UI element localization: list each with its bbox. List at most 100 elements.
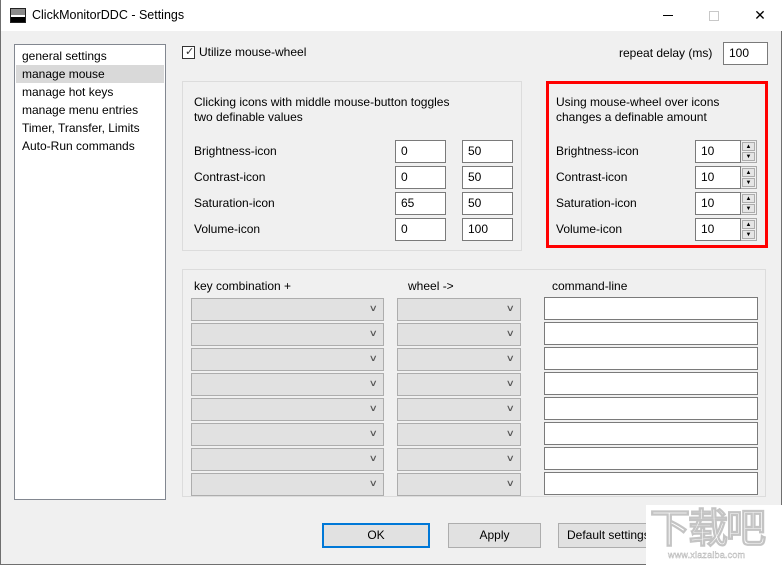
wheel-contrast-label: Contrast-icon	[556, 170, 628, 184]
spin-up-icon[interactable]: ▲	[742, 142, 755, 151]
chevron-down-icon: ∨	[506, 353, 516, 363]
minimize-button[interactable]	[645, 0, 691, 31]
wheel-header: wheel ->	[408, 279, 454, 293]
monitor-icon	[10, 8, 26, 23]
middle-saturation-value2-input[interactable]: 50	[462, 192, 513, 215]
chevron-down-icon: ∨	[506, 303, 516, 313]
wheel-direction-dropdown[interactable]: ∨	[397, 298, 521, 321]
wheel-volume-input[interactable]: 10	[695, 218, 741, 241]
wheel-contrast-input[interactable]: 10	[695, 166, 741, 189]
wheel-description-line2: changes a definable amount	[556, 110, 707, 124]
command-line-header: command-line	[552, 279, 628, 293]
wheel-direction-dropdown[interactable]: ∨	[397, 473, 521, 496]
wheel-saturation-label: Saturation-icon	[556, 196, 637, 210]
wheel-contrast-spinner[interactable]: 10 ▲ ▼	[695, 166, 757, 189]
spin-down-icon[interactable]: ▼	[742, 178, 755, 187]
sidebar-item-manage-menu-entries[interactable]: manage menu entries	[16, 101, 164, 119]
command-line-input[interactable]	[544, 347, 758, 370]
middle-brightness-value1-input[interactable]: 0	[395, 140, 446, 163]
spin-down-icon[interactable]: ▼	[742, 230, 755, 239]
repeat-delay-input[interactable]: 100	[723, 42, 768, 65]
key-combination-dropdown[interactable]: ∨	[191, 398, 384, 421]
utilize-mouse-wheel-label[interactable]: Utilize mouse-wheel	[199, 45, 306, 59]
minimize-icon	[663, 15, 673, 16]
key-combination-dropdown[interactable]: ∨	[191, 298, 384, 321]
title-bar[interactable]: ClickMonitorDDC - Settings ✕	[1, 0, 782, 31]
command-line-input[interactable]	[544, 297, 758, 320]
chevron-down-icon: ∨	[506, 378, 516, 388]
key-combination-header: key combination +	[194, 279, 292, 293]
wheel-direction-dropdown[interactable]: ∨	[397, 373, 521, 396]
sidebar-item-manage-mouse[interactable]: manage mouse	[16, 65, 164, 83]
wheel-brightness-label: Brightness-icon	[556, 144, 639, 158]
command-line-input[interactable]	[544, 322, 758, 345]
wheel-brightness-input[interactable]: 10	[695, 140, 741, 163]
settings-window: ClickMonitorDDC - Settings ✕ general set…	[0, 0, 782, 565]
watermark-overlay: 下载吧 www.xiazaiba.com	[646, 505, 782, 565]
key-combination-dropdown[interactable]: ∨	[191, 423, 384, 446]
chevron-down-icon: ∨	[369, 378, 379, 388]
wheel-direction-dropdown[interactable]: ∨	[397, 348, 521, 371]
wheel-description-line1: Using mouse-wheel over icons	[556, 95, 720, 109]
middle-contrast-value1-input[interactable]: 0	[395, 166, 446, 189]
wheel-direction-dropdown[interactable]: ∨	[397, 398, 521, 421]
maximize-icon	[709, 10, 719, 21]
middle-volume-value1-input[interactable]: 0	[395, 218, 446, 241]
command-line-input[interactable]	[544, 447, 758, 470]
utilize-mouse-wheel-option[interactable]: ✓ Utilize mouse-wheel	[182, 44, 306, 60]
close-button[interactable]: ✕	[737, 0, 782, 31]
middle-button-description-line2: two definable values	[194, 110, 303, 124]
command-line-input[interactable]	[544, 372, 758, 395]
sidebar-item-manage-hot-keys[interactable]: manage hot keys	[16, 83, 164, 101]
spin-down-icon[interactable]: ▼	[742, 152, 755, 161]
key-combination-dropdown[interactable]: ∨	[191, 323, 384, 346]
middle-saturation-value1-input[interactable]: 65	[395, 192, 446, 215]
spin-up-icon[interactable]: ▲	[742, 194, 755, 203]
middle-contrast-value2-input[interactable]: 50	[462, 166, 513, 189]
key-combination-dropdown[interactable]: ∨	[191, 373, 384, 396]
chevron-down-icon: ∨	[369, 453, 379, 463]
key-combination-dropdown[interactable]: ∨	[191, 348, 384, 371]
command-line-input[interactable]	[544, 397, 758, 420]
middle-brightness-label: Brightness-icon	[194, 144, 277, 158]
wheel-brightness-spinner[interactable]: 10 ▲ ▼	[695, 140, 757, 163]
command-line-input[interactable]	[544, 422, 758, 445]
spin-up-icon[interactable]: ▲	[742, 168, 755, 177]
wheel-volume-label: Volume-icon	[556, 222, 623, 236]
middle-volume-label: Volume-icon	[194, 222, 261, 236]
chevron-down-icon: ∨	[506, 453, 516, 463]
chevron-down-icon: ∨	[506, 478, 516, 488]
sidebar-item-auto-run-commands[interactable]: Auto-Run commands	[16, 137, 164, 155]
watermark-url: www.xiazaiba.com	[668, 550, 746, 560]
ok-button[interactable]: OK	[322, 523, 430, 548]
window-title: ClickMonitorDDC - Settings	[32, 8, 185, 22]
chevron-down-icon: ∨	[506, 428, 516, 438]
apply-button[interactable]: Apply	[448, 523, 541, 548]
wheel-direction-dropdown[interactable]: ∨	[397, 323, 521, 346]
repeat-delay-label: repeat delay (ms)	[619, 46, 713, 60]
wheel-saturation-spinner[interactable]: 10 ▲ ▼	[695, 192, 757, 215]
spin-up-icon[interactable]: ▲	[742, 220, 755, 229]
chevron-down-icon: ∨	[506, 328, 516, 338]
settings-category-list[interactable]: general settings manage mouse manage hot…	[14, 44, 166, 500]
key-combination-dropdown[interactable]: ∨	[191, 448, 384, 471]
middle-brightness-value2-input[interactable]: 50	[462, 140, 513, 163]
chevron-down-icon: ∨	[369, 478, 379, 488]
wheel-volume-spinner[interactable]: 10 ▲ ▼	[695, 218, 757, 241]
command-line-input[interactable]	[544, 472, 758, 495]
wheel-saturation-input[interactable]: 10	[695, 192, 741, 215]
wheel-direction-dropdown[interactable]: ∨	[397, 423, 521, 446]
close-icon: ✕	[754, 7, 766, 23]
utilize-mouse-wheel-checkbox[interactable]: ✓	[182, 45, 195, 59]
sidebar-item-timer-transfer-limits[interactable]: Timer, Transfer, Limits	[16, 119, 164, 137]
key-combination-dropdown[interactable]: ∨	[191, 473, 384, 496]
middle-contrast-label: Contrast-icon	[194, 170, 266, 184]
chevron-down-icon: ∨	[369, 328, 379, 338]
chevron-down-icon: ∨	[369, 403, 379, 413]
middle-volume-value2-input[interactable]: 100	[462, 218, 513, 241]
chevron-down-icon: ∨	[369, 353, 379, 363]
maximize-button[interactable]	[691, 0, 737, 31]
wheel-direction-dropdown[interactable]: ∨	[397, 448, 521, 471]
spin-down-icon[interactable]: ▼	[742, 204, 755, 213]
sidebar-item-general-settings[interactable]: general settings	[16, 47, 164, 65]
